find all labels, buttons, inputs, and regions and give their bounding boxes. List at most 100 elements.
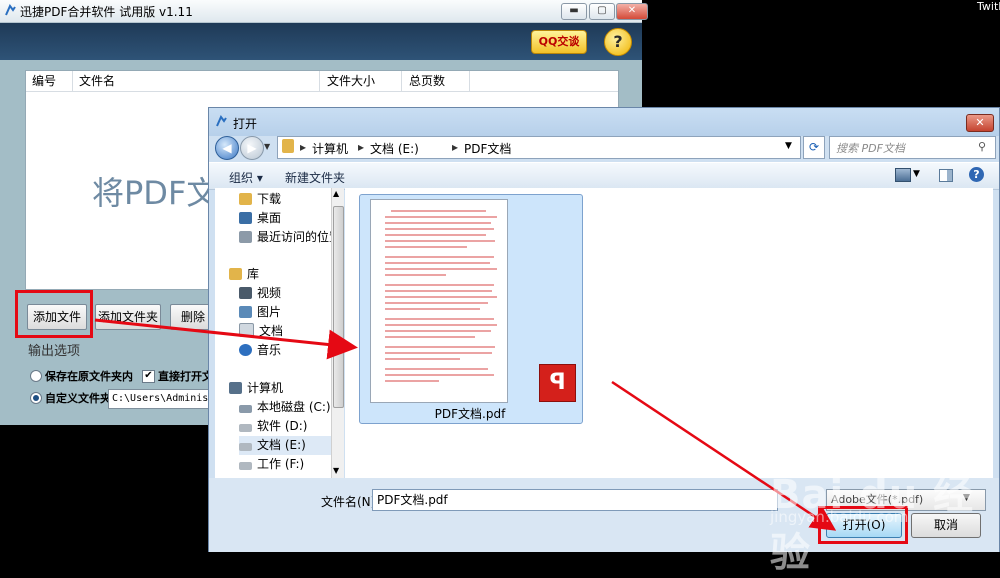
scroll-down-icon[interactable]: ▼ <box>333 466 339 475</box>
output-options-title: 输出选项 <box>28 344 81 359</box>
search-icon[interactable]: ⚲ <box>978 140 986 153</box>
pdf-thumbnail <box>370 199 508 403</box>
filename-label: 文件名(N): <box>321 495 380 509</box>
close-button[interactable]: ✕ <box>616 3 648 20</box>
column-header-filename[interactable]: 文件名 <box>73 71 320 91</box>
libraries-icon <box>229 268 242 280</box>
highlight-add-file <box>15 290 93 338</box>
drive-c-icon <box>239 405 252 413</box>
videos-icon <box>239 287 252 299</box>
dialog-close-button[interactable]: ✕ <box>966 114 994 132</box>
adobe-pdf-icon: ꟼ <box>539 364 576 402</box>
minimize-button[interactable]: ▬ <box>561 3 587 20</box>
dialog-titlebar: 打开 ✕ <box>209 108 999 136</box>
nav-label: 最近访问的位置 <box>257 230 342 244</box>
app-titlebar: 迅捷PDF合并软件 试用版 v1.11 ▬ ▢ ✕ <box>0 0 648 23</box>
drive-e-icon <box>239 443 252 451</box>
keep-original-radio[interactable] <box>30 370 42 382</box>
pictures-icon <box>239 306 252 318</box>
custom-folder-label: 自定义文件夹 <box>45 392 111 405</box>
nav-item-videos[interactable]: 视频 <box>239 284 281 303</box>
nav-item-computer[interactable]: 计算机 <box>229 379 283 398</box>
nav-item-drive-d[interactable]: 软件 (D:) <box>239 417 307 436</box>
nav-item-drive-e[interactable]: 文档 (E:) <box>239 436 337 455</box>
navigation-pane: 下载 桌面 最近访问的位置 库 视频 图片 文档 音乐 计算机 本地磁盘 (C:… <box>215 188 342 478</box>
nav-label: 视频 <box>257 286 282 300</box>
nav-item-drive-f[interactable]: 工作 (F:) <box>239 455 304 474</box>
recent-locations-dropdown-icon[interactable]: ▼ <box>264 142 270 151</box>
custom-folder-radio[interactable] <box>30 392 42 404</box>
column-header-pages[interactable]: 总页数 <box>403 71 470 91</box>
nav-label: 音乐 <box>257 343 282 357</box>
search-placeholder: 搜索 PDF文档 <box>836 142 905 155</box>
back-button[interactable]: ◀ <box>215 136 239 160</box>
custom-folder-path-input[interactable]: C:\Users\Administra <box>108 389 223 409</box>
maximize-button[interactable]: ▢ <box>589 3 615 20</box>
folder-icon <box>282 139 294 153</box>
nav-label: 文档 (E:) <box>257 438 306 452</box>
nav-item-libraries[interactable]: 库 <box>229 265 259 284</box>
forward-button[interactable]: ▶ <box>240 136 264 160</box>
computer-icon <box>229 382 242 394</box>
scroll-up-icon[interactable]: ▲ <box>333 189 339 198</box>
breadcrumb-separator-icon[interactable]: ▸ <box>300 140 306 154</box>
new-folder-button[interactable]: 新建文件夹 <box>285 169 345 186</box>
dialog-app-icon <box>216 115 227 127</box>
nav-item-desktop[interactable]: 桌面 <box>239 209 281 228</box>
help-button[interactable]: ? <box>604 28 632 56</box>
nav-item-downloads[interactable]: 下载 <box>239 190 281 209</box>
preview-pane-icon[interactable] <box>939 169 953 182</box>
nav-label: 桌面 <box>257 211 282 225</box>
dialog-title: 打开 <box>233 117 258 131</box>
breadcrumb-computer[interactable]: 计算机 <box>312 140 348 157</box>
refresh-icon[interactable]: ⟳ <box>803 136 825 159</box>
add-folder-button[interactable]: 添加文件夹 <box>95 304 161 330</box>
downloads-folder-icon <box>239 193 252 205</box>
app-title: 迅捷PDF合并软件 试用版 v1.11 <box>20 5 193 19</box>
nav-label: 下载 <box>257 192 282 206</box>
view-options-icon[interactable] <box>895 168 911 182</box>
desktop-icon <box>239 212 252 224</box>
address-dropdown-icon[interactable]: ▼ <box>785 141 792 151</box>
nav-label: 图片 <box>257 305 282 319</box>
nav-label: 计算机 <box>247 381 284 395</box>
qq-chat-button[interactable]: QQ交谈 <box>531 30 587 54</box>
keep-original-label: 保存在原文件夹内 <box>45 370 133 383</box>
corner-text: TwitB <box>977 0 1000 13</box>
drop-hint-text: 将PDF文 <box>92 174 219 212</box>
breadcrumb-separator-icon[interactable]: ▸ <box>452 140 458 154</box>
breadcrumb-separator-icon[interactable]: ▸ <box>358 140 364 154</box>
nav-item-documents[interactable]: 文档 <box>239 322 283 341</box>
nav-item-music[interactable]: 音乐 <box>239 341 281 360</box>
address-bar[interactable]: ▸ 计算机 ▸ 文档 (E:) ▸ PDF文档 ▼ <box>277 136 801 159</box>
open-directly-checkbox[interactable]: ✔ <box>142 370 155 383</box>
filename-input[interactable]: PDF文档.pdf <box>372 489 778 511</box>
header-divider <box>26 91 618 92</box>
navigation-scrollbar[interactable]: ▲ ▼ <box>331 188 344 478</box>
breadcrumb-drive-e[interactable]: 文档 (E:) <box>370 140 419 157</box>
nav-label: 软件 (D:) <box>257 419 308 433</box>
drive-d-icon <box>239 424 252 432</box>
nav-label: 库 <box>247 267 260 281</box>
breadcrumb-pdf-folder[interactable]: PDF文档 <box>464 140 511 157</box>
organize-menu[interactable]: 组织 ▾ <box>229 169 263 186</box>
search-box[interactable]: 搜索 PDF文档 ⚲ <box>829 136 996 159</box>
nav-item-recent-places[interactable]: 最近访问的位置 <box>239 228 341 247</box>
nav-label: 文档 <box>259 324 284 338</box>
open-directly-label: 直接打开文 <box>158 370 213 383</box>
watermark-url: jingyan.baidu.com <box>770 508 909 526</box>
file-name-label[interactable]: PDF文档.pdf <box>359 405 581 422</box>
dialog-toolbar: 组织 ▾ 新建文件夹 ▼ ? <box>209 162 999 190</box>
music-icon <box>239 344 252 356</box>
column-header-number[interactable]: 编号 <box>26 71 73 91</box>
nav-label: 本地磁盘 (C:) <box>257 400 331 414</box>
app-logo-icon <box>5 4 16 16</box>
scrollbar-thumb[interactable] <box>333 206 344 408</box>
help-icon[interactable]: ? <box>969 167 984 182</box>
view-dropdown-icon[interactable]: ▼ <box>913 169 920 179</box>
nav-item-drive-c[interactable]: 本地磁盘 (C:) <box>239 398 331 417</box>
nav-item-pictures[interactable]: 图片 <box>239 303 281 322</box>
column-header-filesize[interactable]: 文件大小 <box>321 71 402 91</box>
documents-icon <box>239 323 254 337</box>
drive-f-icon <box>239 462 252 470</box>
